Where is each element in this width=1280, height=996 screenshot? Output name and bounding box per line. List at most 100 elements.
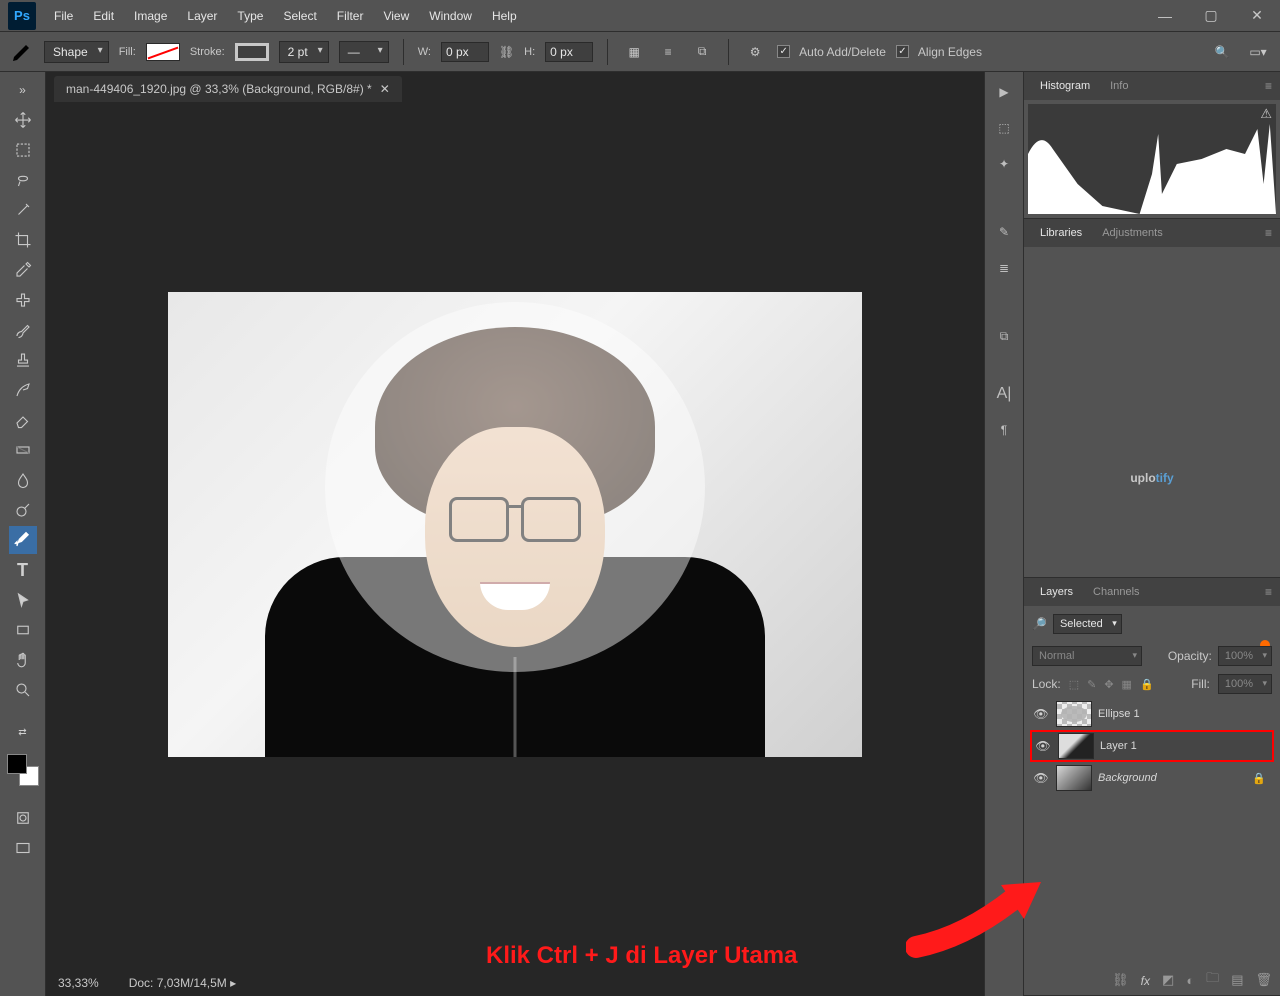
tab-histogram[interactable]: Histogram (1030, 72, 1100, 100)
paragraph-panel-icon[interactable]: ¶ (992, 418, 1016, 442)
color-swatches[interactable] (7, 754, 39, 786)
menu-filter[interactable]: Filter (327, 0, 374, 32)
layer-thumb[interactable] (1056, 701, 1092, 727)
height-input[interactable] (545, 42, 593, 62)
pen-tool-preset-icon[interactable] (10, 40, 34, 64)
new-layer-icon[interactable]: ▤ (1231, 972, 1243, 988)
visibility-icon[interactable]: 👁 (1034, 737, 1052, 755)
stroke-width-dropdown[interactable]: 2 pt (279, 41, 329, 63)
link-icon[interactable]: ⛓ (499, 45, 514, 59)
brush-preset-icon[interactable]: ≣ (992, 256, 1016, 280)
path-op-new-icon[interactable]: ▦ (622, 40, 646, 64)
layer-thumb[interactable] (1058, 733, 1094, 759)
quickmask-icon[interactable] (9, 804, 37, 832)
character-panel-icon[interactable]: A| (992, 382, 1016, 406)
tab-channels[interactable]: Channels (1083, 578, 1149, 606)
stroke-style-dropdown[interactable]: — (339, 41, 389, 63)
fill-swatch[interactable] (146, 43, 180, 61)
search-kind-icon[interactable]: 🔎 (1032, 617, 1047, 631)
dock-icon-1[interactable]: ⬚ (992, 116, 1016, 140)
stroke-swatch[interactable] (235, 43, 269, 61)
screenmode-icon[interactable] (9, 834, 37, 862)
menu-select[interactable]: Select (273, 0, 326, 32)
menu-layer[interactable]: Layer (177, 0, 227, 32)
layer-filter-dropdown[interactable]: Selected (1053, 614, 1122, 634)
layer-thumb[interactable] (1056, 765, 1092, 791)
adjustment-layer-icon[interactable]: ◐ (1186, 973, 1194, 988)
zoom-tool-icon[interactable] (9, 676, 37, 704)
swap-colors-icon[interactable]: ⇄ (9, 718, 37, 746)
collapse-icon[interactable]: » (9, 76, 37, 104)
play-icon[interactable]: ▶ (992, 80, 1016, 104)
move-tool-icon[interactable] (9, 106, 37, 134)
gear-icon[interactable]: ⚙ (743, 40, 767, 64)
tab-layers[interactable]: Layers (1030, 578, 1083, 606)
close-button[interactable]: ✕ (1234, 2, 1280, 30)
dodge-tool-icon[interactable] (9, 496, 37, 524)
warning-icon[interactable]: ⚠ (1260, 106, 1272, 122)
heal-tool-icon[interactable] (9, 286, 37, 314)
layer-name[interactable]: Ellipse 1 (1098, 708, 1140, 720)
panel-menu-icon[interactable]: ≡ (1257, 585, 1280, 599)
visibility-icon[interactable]: 👁 (1032, 769, 1050, 787)
mode-dropdown[interactable]: Shape (44, 41, 109, 63)
document-tab[interactable]: man-449406_1920.jpg @ 33,3% (Background,… (54, 76, 402, 102)
search-icon[interactable]: 🔍 (1210, 40, 1234, 64)
layer-name[interactable]: Layer 1 (1100, 740, 1137, 752)
menu-type[interactable]: Type (227, 0, 273, 32)
menu-help[interactable]: Help (482, 0, 527, 32)
panel-menu-icon[interactable]: ≡ (1257, 226, 1280, 240)
mask-icon[interactable]: ◩ (1162, 972, 1174, 988)
width-input[interactable] (441, 42, 489, 62)
eraser-tool-icon[interactable] (9, 406, 37, 434)
layer-name[interactable]: Background (1098, 772, 1157, 784)
menu-view[interactable]: View (373, 0, 419, 32)
eyedropper-tool-icon[interactable] (9, 256, 37, 284)
gradient-tool-icon[interactable] (9, 436, 37, 464)
lasso-tool-icon[interactable] (9, 166, 37, 194)
trash-icon[interactable]: 🗑 (1255, 972, 1272, 988)
lock-pos-icon[interactable]: ✥ (1104, 678, 1113, 691)
crop-tool-icon[interactable] (9, 226, 37, 254)
fill-input[interactable]: 100% (1218, 674, 1272, 694)
workspace-icon[interactable]: ▭▾ (1246, 40, 1270, 64)
type-tool-icon[interactable]: T (9, 556, 37, 584)
blend-mode-dropdown[interactable]: Normal (1032, 646, 1142, 666)
minimize-button[interactable]: — (1142, 2, 1188, 30)
brush-panel-icon[interactable]: ✎ (992, 220, 1016, 244)
menu-file[interactable]: File (44, 0, 83, 32)
stamp-tool-icon[interactable] (9, 346, 37, 374)
maximize-button[interactable]: ▢ (1188, 2, 1234, 30)
panel-menu-icon[interactable]: ≡ (1257, 79, 1280, 93)
canvas[interactable]: Klik Ctrl + J di Layer Utama (46, 102, 984, 970)
path-select-icon[interactable] (9, 586, 37, 614)
dock-icon-2[interactable]: ✦ (992, 152, 1016, 176)
lock-artboard-icon[interactable]: ▦ (1122, 678, 1132, 691)
tab-info[interactable]: Info (1100, 72, 1138, 100)
pen-tool-icon[interactable] (9, 526, 37, 554)
visibility-icon[interactable]: 👁 (1032, 705, 1050, 723)
lock-all-icon[interactable]: 🔒 (1140, 678, 1154, 691)
layer-row-layer1[interactable]: 👁 Layer 1 (1030, 730, 1274, 762)
lock-trans-icon[interactable]: ⬚ (1069, 678, 1079, 691)
hand-tool-icon[interactable] (9, 646, 37, 674)
link-layers-icon[interactable]: ⛓ (1112, 972, 1129, 988)
align-edges-checkbox[interactable]: Align Edges (896, 45, 982, 59)
brush-tool-icon[interactable] (9, 316, 37, 344)
menu-window[interactable]: Window (419, 0, 482, 32)
layer-row-ellipse[interactable]: 👁 Ellipse 1 (1030, 698, 1274, 730)
menu-image[interactable]: Image (124, 0, 177, 32)
menu-edit[interactable]: Edit (83, 0, 124, 32)
layer-row-background[interactable]: 👁 Background 🔒 (1030, 762, 1274, 794)
zoom-level[interactable]: 33,33% (58, 976, 99, 990)
close-tab-icon[interactable]: ✕ (380, 82, 390, 96)
lock-pixel-icon[interactable]: ✎ (1087, 678, 1096, 691)
doc-size[interactable]: Doc: 7,03M/14,5M ▸ (129, 976, 236, 990)
tab-adjustments[interactable]: Adjustments (1092, 219, 1173, 247)
rectangle-tool-icon[interactable] (9, 616, 37, 644)
lock-icon[interactable]: 🔒 (1252, 772, 1272, 785)
history-brush-icon[interactable] (9, 376, 37, 404)
blur-tool-icon[interactable] (9, 466, 37, 494)
auto-add-delete-checkbox[interactable]: Auto Add/Delete (777, 45, 886, 59)
clone-panel-icon[interactable]: ⧉ (992, 324, 1016, 348)
